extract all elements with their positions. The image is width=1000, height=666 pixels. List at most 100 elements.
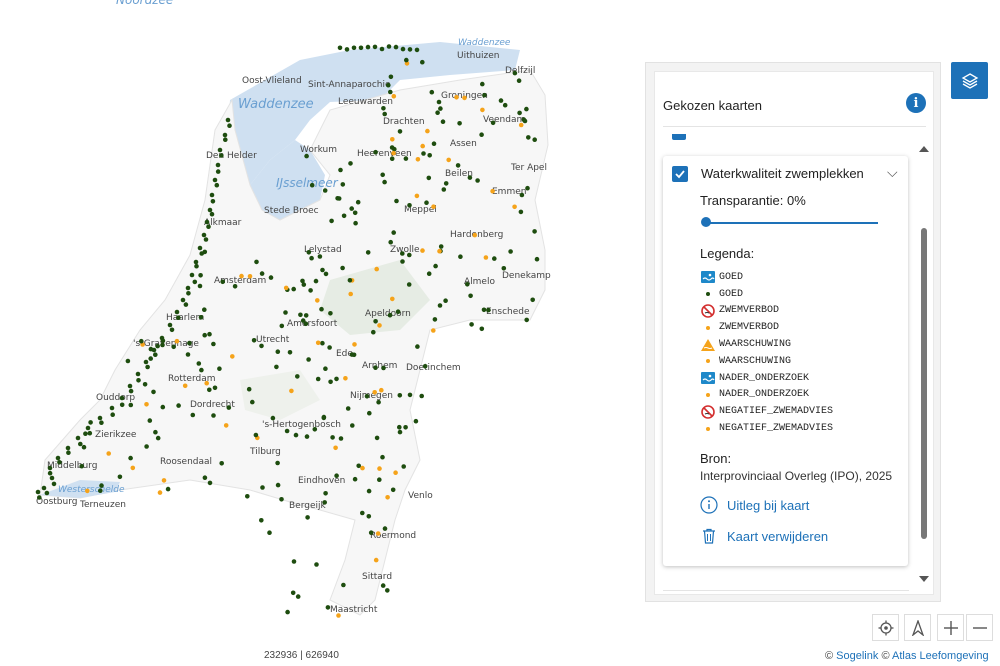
bathing-site-marker-good[interactable] (176, 403, 181, 408)
bathing-site-marker-warning[interactable] (106, 451, 111, 456)
bathing-site-marker-good[interactable] (259, 271, 265, 276)
bathing-site-marker-good[interactable] (283, 310, 288, 315)
bathing-site-marker-good[interactable] (220, 279, 225, 285)
bathing-site-marker-good[interactable] (128, 455, 133, 461)
bathing-site-marker-good[interactable] (197, 245, 203, 251)
bathing-site-marker-good[interactable] (334, 376, 339, 382)
bathing-site-marker-good[interactable] (176, 315, 181, 321)
bathing-site-marker-good[interactable] (153, 352, 158, 358)
bathing-site-marker-good[interactable] (78, 441, 83, 447)
bathing-site-marker-good[interactable] (431, 141, 437, 146)
bathing-site-marker-good[interactable] (295, 374, 300, 379)
bathing-site-marker-warning[interactable] (247, 274, 253, 279)
bathing-site-marker-good[interactable] (304, 434, 310, 439)
transparency-slider-thumb[interactable] (701, 217, 711, 227)
bathing-site-marker-good[interactable] (207, 207, 213, 213)
bathing-site-marker-good[interactable] (65, 445, 71, 451)
bathing-site-marker-good[interactable] (480, 81, 485, 87)
bathing-site-marker-good[interactable] (397, 393, 403, 398)
bathing-site-marker-good[interactable] (41, 485, 47, 491)
bathing-site-marker-good[interactable] (437, 303, 443, 308)
bathing-site-marker-warning[interactable] (415, 157, 421, 162)
bathing-site-marker-good[interactable] (490, 120, 496, 126)
bathing-site-marker-warning[interactable] (393, 470, 398, 476)
bathing-site-marker-good[interactable] (37, 495, 42, 500)
bathing-site-marker-good[interactable] (251, 338, 257, 343)
bathing-site-marker-warning[interactable] (144, 402, 149, 407)
bathing-site-marker-warning[interactable] (85, 488, 90, 494)
bathing-site-marker-good[interactable] (341, 582, 346, 588)
bathing-site-marker-good[interactable] (526, 135, 531, 140)
bathing-site-marker-good[interactable] (142, 382, 148, 387)
bathing-site-marker-good[interactable] (259, 518, 264, 523)
bathing-site-marker-good[interactable] (368, 530, 374, 535)
bathing-site-marker-good[interactable] (400, 46, 406, 52)
bathing-site-marker-good[interactable] (373, 149, 378, 155)
bathing-site-marker-good[interactable] (119, 395, 125, 401)
bathing-site-marker-good[interactable] (151, 389, 156, 395)
bathing-site-marker-good[interactable] (413, 418, 419, 424)
bathing-site-marker-warning[interactable] (420, 248, 425, 253)
bathing-site-marker-good[interactable] (320, 267, 325, 273)
bathing-site-marker-good[interactable] (387, 312, 393, 318)
bathing-site-marker-good[interactable] (517, 110, 522, 116)
bathing-site-marker-good[interactable] (386, 44, 392, 49)
bathing-site-marker-warning[interactable] (333, 445, 338, 451)
zoom-in-button[interactable] (937, 614, 964, 641)
bathing-site-marker-warning[interactable] (437, 248, 442, 254)
bathing-site-marker-good[interactable] (145, 364, 150, 370)
bathing-site-marker-good[interactable] (88, 420, 93, 425)
bathing-site-marker-warning[interactable] (182, 383, 188, 389)
bathing-site-marker-good[interactable] (214, 182, 220, 188)
bathing-site-marker-good[interactable] (211, 341, 216, 347)
scroll-up-arrow[interactable] (919, 146, 929, 152)
bathing-site-marker-good[interactable] (323, 366, 328, 372)
bathing-site-marker-good[interactable] (202, 249, 208, 255)
bathing-site-marker-good[interactable] (270, 415, 276, 421)
bathing-site-marker-good[interactable] (203, 237, 209, 242)
bathing-site-marker-good[interactable] (110, 412, 115, 418)
bathing-site-marker-warning[interactable] (390, 137, 395, 142)
bathing-site-marker-good[interactable] (379, 46, 385, 52)
bathing-site-marker-good[interactable] (388, 89, 393, 95)
bathing-site-marker-good[interactable] (250, 399, 255, 405)
bathing-site-marker-warning[interactable] (352, 342, 357, 347)
sogelink-link[interactable]: Sogelink (836, 650, 878, 662)
bathing-site-marker-good[interactable] (373, 365, 378, 371)
bathing-site-marker-good[interactable] (353, 220, 358, 226)
bathing-site-marker-good[interactable] (87, 430, 93, 436)
bathing-site-marker-good[interactable] (246, 386, 252, 392)
bathing-site-marker-good[interactable] (421, 151, 426, 156)
bathing-site-marker-warning[interactable] (348, 291, 354, 297)
bathing-site-marker-good[interactable] (165, 486, 171, 492)
bathing-site-marker-good[interactable] (388, 239, 394, 245)
bathing-site-marker-good[interactable] (330, 435, 335, 440)
bathing-site-marker-good[interactable] (534, 256, 540, 262)
bathing-site-marker-good[interactable] (185, 285, 191, 291)
bathing-site-marker-good[interactable] (377, 477, 382, 483)
explain-map-link[interactable]: Uitleg bij kaart (700, 496, 809, 514)
bathing-site-marker-good[interactable] (382, 111, 388, 117)
bathing-site-marker-good[interactable] (185, 352, 191, 357)
bathing-site-marker-good[interactable] (295, 594, 301, 599)
bathing-site-marker-good[interactable] (532, 137, 537, 142)
bathing-site-marker-good[interactable] (400, 251, 405, 256)
bathing-site-marker-warning[interactable] (283, 285, 289, 291)
bathing-site-marker-good[interactable] (125, 358, 131, 364)
bathing-site-marker-good[interactable] (207, 480, 213, 486)
bathing-site-marker-good[interactable] (117, 474, 123, 480)
bathing-site-marker-good[interactable] (532, 229, 537, 234)
bathing-site-marker-warning[interactable] (204, 380, 209, 386)
bathing-site-marker-good[interactable] (83, 431, 88, 437)
scrollbar-thumb[interactable] (921, 228, 927, 539)
bathing-site-marker-good[interactable] (319, 306, 324, 312)
bathing-site-marker-warning[interactable] (480, 107, 485, 113)
bathing-site-marker-good[interactable] (424, 200, 429, 205)
bathing-site-marker-warning[interactable] (385, 495, 390, 500)
bathing-site-marker-good[interactable] (479, 326, 485, 332)
bathing-site-marker-good[interactable] (192, 279, 198, 285)
bathing-site-marker-good[interactable] (376, 399, 381, 405)
bathing-site-marker-good[interactable] (397, 129, 403, 134)
bathing-site-marker-good[interactable] (394, 198, 399, 204)
bathing-site-marker-warning[interactable] (174, 338, 180, 344)
